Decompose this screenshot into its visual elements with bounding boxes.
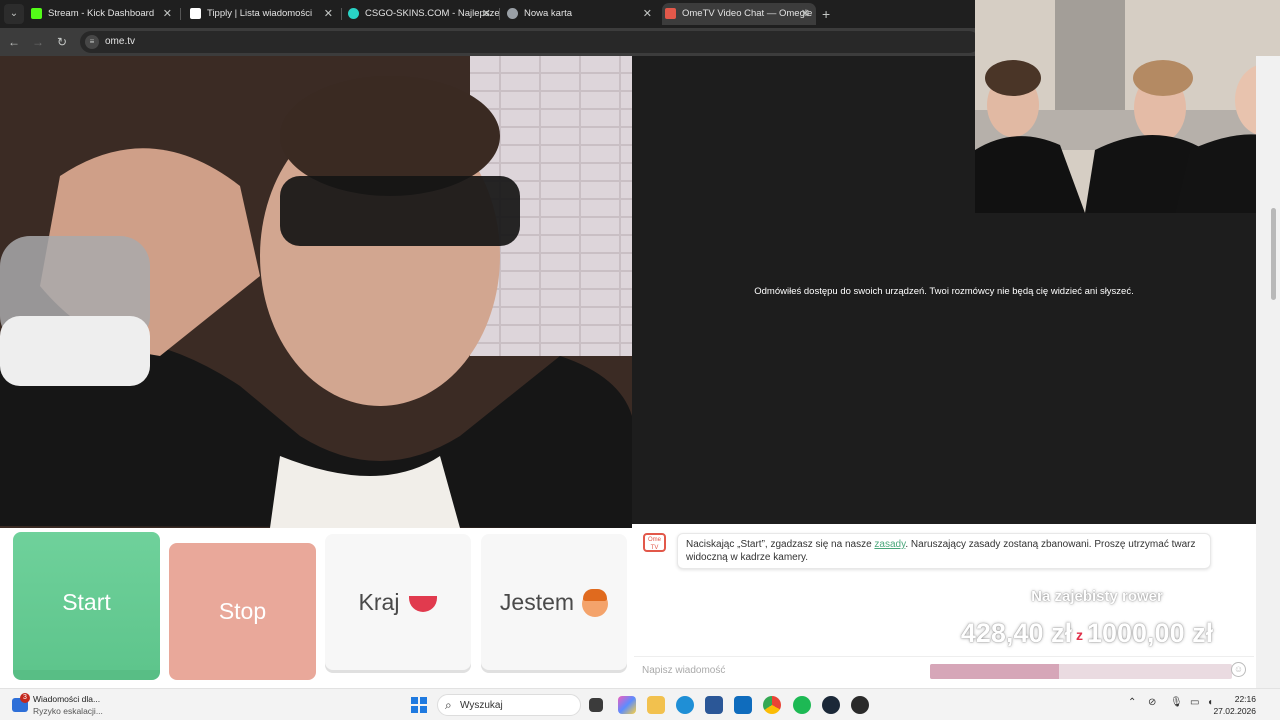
streamer-webcam-overlay — [975, 0, 1280, 213]
donation-progress-bar — [930, 664, 1232, 679]
microphone-icon[interactable]: 🎙 — [1170, 697, 1183, 708]
chat-controls: Start Stop Kraj Jestem — [0, 528, 632, 688]
reload-icon[interactable]: ↻ — [53, 33, 71, 51]
csgo-skins-favicon-icon — [348, 8, 359, 19]
copilot-icon[interactable] — [618, 696, 636, 714]
volume-icon[interactable]: ◖ — [1207, 697, 1213, 708]
back-arrow-icon[interactable]: ← — [5, 33, 23, 51]
tab-divider — [499, 8, 500, 20]
tab-divider — [341, 8, 342, 20]
windows-start-icon[interactable] — [411, 697, 427, 713]
gender-button-label: Jestem — [499, 589, 575, 615]
forward-arrow-icon[interactable]: → — [29, 33, 47, 51]
close-tab-icon[interactable]: ✕ — [324, 3, 333, 25]
address-bar[interactable]: ≡ ome.tv — [80, 31, 980, 53]
news-title: Wiadomości dla... — [33, 694, 101, 704]
message-composer: ☺ — [634, 656, 1254, 682]
poland-flag-icon — [409, 595, 438, 612]
tab-title: OmeTV Video Chat — Omegle — [682, 8, 813, 19]
display-icon[interactable]: ▭ — [1190, 697, 1199, 708]
page-scrollbar[interactable] — [1256, 56, 1280, 688]
stranger-video — [0, 56, 632, 528]
donation-separator: z — [1075, 626, 1083, 643]
tab-search-button[interactable]: ⌄ — [4, 4, 24, 24]
search-icon: ⌕ — [445, 698, 452, 712]
tab-new-tab[interactable]: Nowa karta ✕ — [504, 3, 658, 25]
ometv-logo-icon: Ome TV — [643, 533, 666, 552]
stop-button[interactable]: Stop — [169, 543, 316, 680]
clock-time: 22:16 — [1234, 694, 1256, 704]
kick-favicon-icon — [31, 8, 42, 19]
chat-panel: Ome TV Naciskając „Start”, zgadzasz się … — [632, 524, 1256, 688]
start-button[interactable]: Start — [13, 532, 160, 680]
close-tab-icon[interactable]: ✕ — [163, 3, 172, 25]
message-input[interactable] — [642, 661, 922, 679]
new-tab-button[interactable]: + — [822, 3, 830, 25]
tab-kick-dashboard[interactable]: Stream - Kick Dashboard ✕ — [28, 3, 178, 25]
stranger-video-frame — [0, 56, 632, 528]
tipply-favicon-icon — [190, 8, 201, 19]
rules-link[interactable]: zasady — [874, 539, 905, 550]
outlook-icon[interactable] — [734, 696, 752, 714]
boy-avatar-icon — [582, 588, 609, 617]
network-status-icon[interactable]: ⊘ — [1148, 697, 1156, 708]
globe-favicon-icon — [507, 8, 518, 19]
gender-button[interactable]: Jestem — [481, 534, 627, 670]
tab-title: Tipply | Lista wiadomości — [207, 8, 313, 19]
task-view-icon[interactable] — [589, 698, 603, 712]
country-button[interactable]: Kraj — [325, 534, 471, 670]
taskbar-search-input[interactable] — [460, 697, 575, 713]
device-access-notice: Odmówiłeś dostępu do swoich urządzeń. Tw… — [754, 286, 1134, 297]
rules-message: Naciskając „Start”, zgadzasz się na nasz… — [677, 533, 1211, 569]
store-icon[interactable] — [705, 696, 723, 714]
windows-taskbar: 3 Wiadomości dla... Ryzyko eskalacji... … — [0, 688, 1280, 720]
donation-goal-title: Na zajebisty rower — [1031, 588, 1163, 605]
close-tab-icon[interactable]: ✕ — [643, 3, 652, 25]
country-button-label: Kraj — [358, 589, 400, 615]
donation-progress-fill — [930, 664, 1060, 679]
close-tab-icon[interactable]: ✕ — [801, 3, 810, 25]
tab-divider — [180, 8, 181, 20]
tab-title: Nowa karta — [524, 8, 573, 19]
show-hidden-icons-icon[interactable]: ⌃ — [1128, 697, 1136, 708]
tab-title: CSGO-SKINS.COM - Najlepsze — [365, 8, 500, 19]
tab-tipply[interactable]: Tipply | Lista wiadomości ✕ — [187, 3, 339, 25]
tab-title: Stream - Kick Dashboard — [48, 8, 155, 19]
system-clock[interactable]: 22:16 27.02.2026 — [1213, 693, 1256, 717]
url-text: ome.tv — [105, 36, 136, 47]
steam-icon[interactable] — [822, 696, 840, 714]
donation-target: 1000,00 zł — [1086, 618, 1214, 648]
spotify-icon[interactable] — [793, 696, 811, 714]
news-subtitle: Ryzyko eskalacji... — [33, 706, 103, 716]
obs-studio-icon[interactable] — [851, 696, 869, 714]
tab-ometv[interactable]: OmeTV Video Chat — Omegle ✕ — [662, 3, 816, 25]
taskbar-search[interactable]: ⌕ — [437, 694, 581, 716]
ometv-favicon-icon — [665, 8, 676, 19]
close-tab-icon[interactable]: ✕ — [482, 3, 491, 25]
file-explorer-icon[interactable] — [647, 696, 665, 714]
chrome-icon[interactable] — [763, 696, 781, 714]
site-settings-icon[interactable]: ≡ — [85, 35, 99, 49]
donation-goal-amount: 428,40 zł z 1000,00 zł — [932, 618, 1242, 649]
notification-count-badge: 3 — [20, 693, 30, 703]
tab-csgo-skins[interactable]: CSGO-SKINS.COM - Najlepsze ✕ — [345, 3, 500, 25]
streamer-webcam-frame — [975, 0, 1280, 213]
emoji-icon[interactable]: ☺ — [1231, 662, 1246, 677]
scrollbar-thumb[interactable] — [1271, 208, 1276, 300]
clock-date: 27.02.2026 — [1213, 706, 1256, 716]
rules-text-start: Naciskając „Start”, zgadzasz się na nasz… — [686, 539, 875, 550]
edge-browser-icon[interactable] — [676, 696, 694, 714]
donation-current: 428,40 zł — [960, 618, 1072, 648]
